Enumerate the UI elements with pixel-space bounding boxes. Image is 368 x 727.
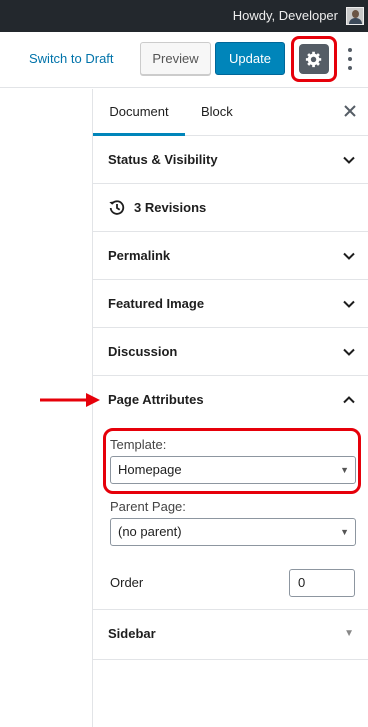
sidebar-tabs: Document Block	[93, 89, 368, 136]
chevron-up-icon	[343, 396, 355, 404]
chevron-down-icon	[343, 252, 355, 260]
panel-status-visibility[interactable]: Status & Visibility	[93, 136, 368, 184]
order-label: Order	[110, 575, 144, 590]
settings-highlight-box	[291, 36, 337, 82]
update-button[interactable]: Update	[215, 42, 285, 75]
more-options-button[interactable]	[343, 46, 357, 74]
panel-title: Featured Image	[108, 296, 205, 311]
page-attributes-body: Template: Homepage ▼ Parent Page: (no pa…	[93, 424, 368, 610]
parent-page-select-value: (no parent)	[118, 524, 182, 539]
panel-title: Permalink	[108, 248, 171, 263]
template-highlight-box	[103, 428, 361, 494]
chevron-down-icon	[343, 300, 355, 308]
panel-page-attributes[interactable]: Page Attributes	[93, 376, 368, 424]
editor-header: Switch to Draft Preview Update	[0, 32, 368, 88]
panel-title: Discussion	[108, 344, 178, 359]
panel-permalink[interactable]: Permalink	[93, 232, 368, 280]
revisions-link[interactable]: 3 Revisions	[134, 200, 206, 215]
panel-sidebar[interactable]: Sidebar ▼	[93, 610, 368, 660]
switch-to-draft-button[interactable]: Switch to Draft	[29, 51, 114, 66]
dropdown-arrow-icon: ▼	[340, 527, 349, 537]
annotation-arrow-icon	[40, 393, 100, 407]
panel-title: Status & Visibility	[108, 152, 218, 167]
caret-down-icon: ▼	[344, 628, 354, 639]
tab-document[interactable]: Document	[93, 89, 185, 136]
chevron-down-icon	[343, 156, 355, 164]
preview-button[interactable]: Preview	[140, 42, 211, 75]
tab-block[interactable]: Block	[201, 89, 233, 136]
panel-title: Page Attributes	[108, 392, 204, 407]
parent-page-select[interactable]: (no parent) ▼	[110, 518, 356, 546]
chevron-down-icon	[343, 348, 355, 356]
panel-title: Sidebar	[108, 626, 156, 641]
close-icon[interactable]	[342, 103, 358, 119]
howdy-greeting[interactable]: Howdy, Developer	[233, 8, 338, 23]
history-icon	[109, 200, 125, 215]
admin-bar: Howdy, Developer	[0, 0, 368, 32]
settings-sidebar: Document Block Status & Visibility 3 Rev…	[92, 89, 368, 727]
order-input[interactable]: 0	[289, 569, 355, 597]
avatar[interactable]	[346, 7, 364, 25]
panel-revisions[interactable]: 3 Revisions	[93, 184, 368, 232]
panel-featured-image[interactable]: Featured Image	[93, 280, 368, 328]
panel-discussion[interactable]: Discussion	[93, 328, 368, 376]
parent-page-label: Parent Page:	[110, 499, 186, 514]
